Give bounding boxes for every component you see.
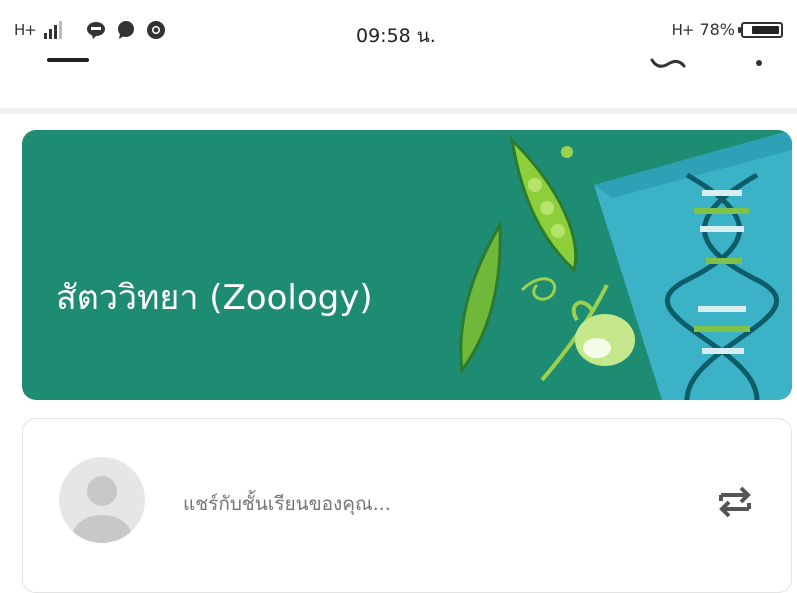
divider — [0, 108, 797, 114]
status-left: H+ — [14, 20, 166, 40]
repost-icon[interactable] — [713, 479, 757, 523]
line-icon — [86, 22, 105, 39]
class-banner[interactable]: สัตววิทยา (Zoology) — [22, 130, 792, 400]
network-type-right: H+ — [671, 20, 695, 39]
signal-icon — [43, 21, 62, 39]
user-silhouette-icon — [72, 476, 132, 543]
overflow-menu-icon[interactable] — [756, 60, 762, 66]
status-bar: H+ 09:58 น. H+ 78% — [0, 0, 797, 62]
banner-illustration — [459, 130, 792, 400]
class-title: สัตววิทยา (Zoology) — [56, 278, 373, 318]
clock: 09:58 น. — [356, 25, 436, 47]
share-card[interactable]: แชร์กับชั้นเรียนของคุณ... — [22, 418, 792, 593]
message-bubble-icon — [117, 21, 134, 39]
status-right: H+ 78% — [672, 20, 783, 39]
notification-icons — [86, 20, 166, 40]
share-input[interactable]: แชร์กับชั้นเรียนของคุณ... — [183, 489, 391, 519]
chevron-down-icon[interactable] — [648, 56, 688, 72]
network-type-left: H+ — [14, 21, 37, 39]
avatar — [59, 457, 145, 543]
chrome-icon — [146, 21, 165, 39]
battery-percent: 78% — [699, 20, 735, 39]
battery-icon — [738, 21, 783, 38]
tab-indicator — [47, 58, 89, 62]
